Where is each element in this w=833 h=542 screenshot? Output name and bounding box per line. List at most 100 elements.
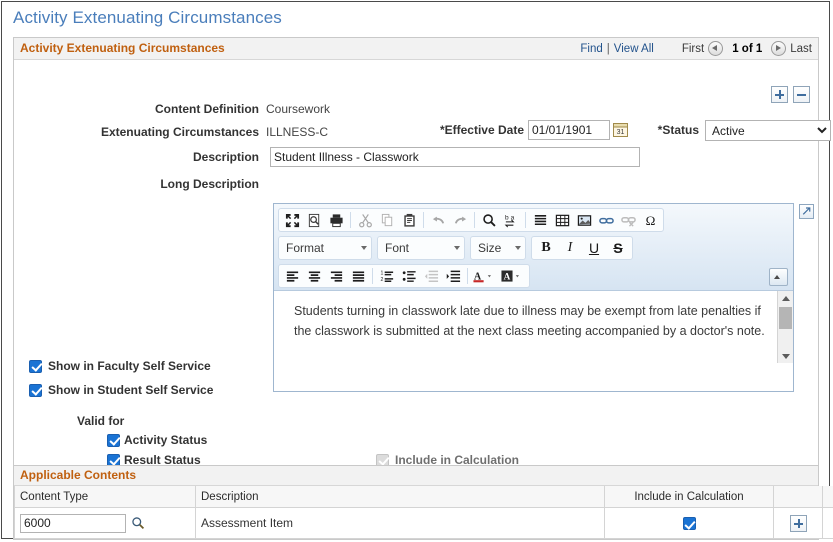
status-select[interactable]: ActiveInactive	[705, 120, 831, 141]
record-counter: 1 of 1	[732, 42, 763, 55]
record-navigation: Find | View All First 1 of 1 Last	[580, 41, 812, 56]
activity-status-row[interactable]: Activity Status	[107, 433, 207, 447]
print-icon[interactable]	[325, 210, 347, 230]
groupbox-header: Activity Extenuating Circumstances Find …	[14, 38, 818, 60]
redo-icon[interactable]	[449, 210, 471, 230]
status-label: *Status	[657, 123, 699, 137]
editor-toolbar-row-3: 1 2 A A	[278, 264, 789, 288]
underline-icon[interactable]: U	[582, 238, 606, 258]
toolbar-separator	[372, 268, 373, 284]
page-title: Activity Extenuating Circumstances	[13, 8, 282, 27]
toolbar-separator	[474, 212, 475, 228]
increase-indent-icon[interactable]	[442, 266, 464, 286]
prev-arrow-icon[interactable]	[708, 41, 724, 56]
show-in-student-self-service-row[interactable]: Show in Student Self Service	[29, 383, 213, 397]
editor-toolbar-group-paragraph: 1 2 A A	[278, 264, 530, 288]
add-row-wrap	[779, 514, 817, 532]
cut-icon[interactable]	[354, 210, 376, 230]
align-justify-icon[interactable]	[347, 266, 369, 286]
paste-icon[interactable]	[398, 210, 420, 230]
show-in-faculty-self-service-checkbox[interactable]	[29, 359, 42, 373]
description-input[interactable]	[270, 147, 640, 167]
decrease-indent-icon[interactable]	[420, 266, 442, 286]
scroll-up-arrow-icon[interactable]	[778, 291, 793, 305]
description-label: Description	[192, 150, 259, 164]
chevron-down-icon	[515, 246, 521, 250]
bold-icon[interactable]: B	[534, 238, 558, 258]
applicable-contents-grid: Applicable Contents Content Type Descrip…	[13, 465, 833, 540]
svg-text:Ω: Ω	[645, 213, 655, 228]
next-arrow-icon[interactable]	[771, 41, 787, 56]
svg-text:A: A	[504, 271, 511, 281]
grid-header: Applicable Contents	[14, 466, 818, 486]
page-frame: Activity Extenuating Circumstances Activ…	[1, 1, 833, 540]
activity-status-checkbox[interactable]	[107, 433, 120, 447]
grid-add-row-plus-icon[interactable]	[789, 514, 807, 532]
content-type-lookup	[20, 513, 190, 533]
replace-icon[interactable]: b a	[500, 210, 522, 230]
align-left-icon[interactable]	[281, 266, 303, 286]
add-row-plus-icon[interactable]	[771, 86, 788, 103]
cell-delete-row	[822, 507, 833, 539]
align-center-icon[interactable]	[303, 266, 325, 286]
editor-toolbar: b a Ω Format Font Size B I U S 1 2 A A	[274, 204, 793, 291]
editor-scrollbar[interactable]	[777, 291, 793, 363]
bulleted-list-icon[interactable]	[398, 266, 420, 286]
special-character-icon[interactable]: Ω	[639, 210, 661, 230]
first-link[interactable]: First	[682, 43, 704, 55]
editor-toolbar-group-style: B I U S	[531, 236, 633, 260]
align-right-icon[interactable]	[325, 266, 347, 286]
editor-content-area[interactable]: Students turning in classwork late due t…	[274, 291, 793, 363]
content-definition-label: Content Definition	[155, 102, 259, 116]
format-dropdown[interactable]: Format	[278, 236, 372, 260]
chevron-down-icon	[454, 246, 460, 250]
strikethrough-icon[interactable]: S	[606, 238, 630, 258]
magnifier-icon[interactable]	[131, 516, 145, 530]
long-description-text: Students turning in classwork late due t…	[294, 304, 765, 338]
undo-icon[interactable]	[427, 210, 449, 230]
unlink-icon[interactable]	[617, 210, 639, 230]
toolbar-separator	[467, 268, 468, 284]
maximize-icon[interactable]	[281, 210, 303, 230]
numbered-list-icon[interactable]: 1 2	[376, 266, 398, 286]
groupbox-body: Content Definition Coursework Extenuatin…	[14, 60, 831, 480]
text-color-icon[interactable]: A	[471, 266, 499, 286]
link-icon[interactable]	[595, 210, 617, 230]
image-icon[interactable]	[573, 210, 595, 230]
column-header-description: Description	[195, 486, 605, 508]
preview-icon[interactable]	[303, 210, 325, 230]
font-dropdown[interactable]: Font	[377, 236, 465, 260]
column-header-delete	[822, 486, 833, 508]
delete-row-wrap	[828, 515, 833, 532]
nav-separator: |	[606, 42, 610, 55]
svg-text:1: 1	[380, 270, 383, 276]
blockquote-icon[interactable]	[529, 210, 551, 230]
column-header-add	[773, 486, 823, 508]
row-include-in-calculation-checkbox[interactable]	[682, 517, 696, 531]
background-color-icon[interactable]: A	[499, 266, 527, 286]
show-in-faculty-self-service-row[interactable]: Show in Faculty Self Service	[29, 359, 211, 373]
find-link[interactable]: Find	[580, 43, 602, 55]
table-row: Assessment Item	[14, 507, 833, 539]
activity-status-label: Activity Status	[124, 433, 208, 447]
effective-date-label: *Effective Date	[439, 123, 524, 137]
italic-icon[interactable]: I	[558, 238, 582, 258]
size-dropdown[interactable]: Size	[470, 236, 526, 260]
find-icon[interactable]	[478, 210, 500, 230]
copy-icon[interactable]	[376, 210, 398, 230]
table-icon[interactable]	[551, 210, 573, 230]
show-in-student-self-service-label: Show in Student Self Service	[48, 383, 214, 397]
content-type-input[interactable]	[20, 513, 126, 533]
last-link[interactable]: Last	[790, 43, 812, 55]
scrollbar-thumb[interactable]	[779, 307, 792, 329]
toolbar-separator	[525, 212, 526, 228]
show-in-faculty-self-service-label: Show in Faculty Self Service	[48, 359, 211, 373]
show-in-student-self-service-checkbox[interactable]	[29, 383, 42, 397]
expand-window-icon[interactable]	[799, 204, 814, 219]
editor-toolbar-row-2: Format Font Size B I U S	[278, 236, 789, 260]
view-all-link[interactable]: View All	[614, 43, 654, 55]
collapse-toolbar-icon[interactable]	[769, 268, 788, 286]
scroll-down-arrow-icon[interactable]	[778, 349, 793, 363]
delete-row-minus-icon[interactable]	[793, 86, 810, 103]
activity-extenuating-circumstances-groupbox: Activity Extenuating Circumstances Find …	[13, 37, 831, 481]
